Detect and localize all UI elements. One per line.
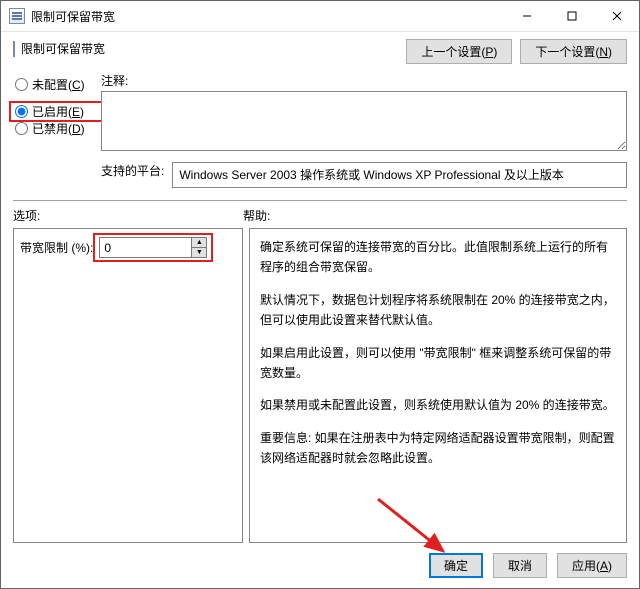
previous-setting-button[interactable]: 上一个设置(P) bbox=[406, 39, 512, 64]
maximize-button[interactable] bbox=[549, 1, 594, 31]
separator bbox=[13, 200, 627, 201]
radio-enabled-label: 已启用(E) bbox=[32, 103, 84, 120]
close-button[interactable] bbox=[594, 1, 639, 31]
right-column: 注释: 支持的平台: Windows Server 2003 操作系统或 Win… bbox=[101, 72, 627, 188]
client-area: 限制可保留带宽 上一个设置(P) 下一个设置(N) 未配置(C) 已启用(E) … bbox=[1, 32, 639, 588]
ok-button[interactable]: 确定 bbox=[429, 553, 483, 578]
footer-buttons: 确定 取消 应用(A) bbox=[13, 553, 627, 578]
options-pane: 带宽限制 (%): ▲ ▼ bbox=[13, 228, 243, 543]
next-setting-label: 下一个设置(N) bbox=[535, 43, 612, 60]
radio-not-configured-label: 未配置(C) bbox=[32, 76, 85, 93]
help-label: 帮助: bbox=[243, 207, 270, 224]
spinner-up-button[interactable]: ▲ bbox=[191, 238, 206, 248]
options-box-lower bbox=[13, 255, 243, 543]
radio-disabled[interactable]: 已禁用(D) bbox=[13, 120, 93, 137]
bandwidth-limit-spinner[interactable]: ▲ ▼ bbox=[99, 237, 207, 258]
bandwidth-limit-label: 带宽限制 (%): bbox=[20, 239, 93, 256]
radio-not-configured-input[interactable] bbox=[15, 78, 28, 91]
window-title: 限制可保留带宽 bbox=[31, 8, 504, 25]
policy-icon bbox=[13, 42, 15, 56]
help-p3: 如果启用此设置，则可以使用 "带宽限制" 框来调整系统可保留的带宽数量。 bbox=[260, 343, 616, 384]
window-icon bbox=[9, 8, 25, 24]
lower-panes: 带宽限制 (%): ▲ ▼ 确定系统可保留的连接带宽的百分比 bbox=[13, 228, 627, 543]
config-area: 未配置(C) 已启用(E) 已禁用(D) 注释: 支持的平台: Windows … bbox=[13, 72, 627, 188]
state-radio-group: 未配置(C) 已启用(E) 已禁用(D) bbox=[13, 72, 93, 188]
spinner-buttons: ▲ ▼ bbox=[191, 238, 206, 257]
platform-label: 支持的平台: bbox=[101, 162, 164, 179]
supported-platform-text: Windows Server 2003 操作系统或 Windows XP Pro… bbox=[179, 168, 564, 182]
help-p4: 如果禁用或未配置此设置，则系统使用默认值为 20% 的连接带宽。 bbox=[260, 395, 616, 415]
radio-disabled-input[interactable] bbox=[15, 122, 28, 135]
mid-labels: 选项: 帮助: bbox=[13, 207, 627, 224]
nav-row: 上一个设置(P) 下一个设置(N) bbox=[13, 39, 627, 64]
help-p1: 确定系统可保留的连接带宽的百分比。此值限制系统上运行的所有程序的组合带宽保留。 bbox=[260, 237, 616, 278]
options-box: 带宽限制 (%): ▲ ▼ bbox=[13, 228, 243, 256]
minimize-button[interactable] bbox=[504, 1, 549, 31]
titlebar: 限制可保留带宽 bbox=[1, 1, 639, 32]
supported-platform-box: Windows Server 2003 操作系统或 Windows XP Pro… bbox=[172, 162, 627, 188]
help-p2: 默认情况下，数据包计划程序将系统限制在 20% 的连接带宽之内，但可以使用此设置… bbox=[260, 290, 616, 331]
ok-button-label: 确定 bbox=[444, 557, 468, 574]
cancel-button-label: 取消 bbox=[508, 557, 532, 574]
next-setting-button[interactable]: 下一个设置(N) bbox=[520, 39, 627, 64]
help-pane: 确定系统可保留的连接带宽的百分比。此值限制系统上运行的所有程序的组合带宽保留。 … bbox=[249, 228, 627, 543]
radio-disabled-label: 已禁用(D) bbox=[32, 120, 85, 137]
window-controls bbox=[504, 1, 639, 31]
spinner-down-button[interactable]: ▼ bbox=[191, 248, 206, 257]
cancel-button[interactable]: 取消 bbox=[493, 553, 547, 578]
options-label: 选项: bbox=[13, 207, 243, 224]
previous-setting-label: 上一个设置(P) bbox=[421, 43, 497, 60]
dialog-window: 限制可保留带宽 限制可保留带宽 上一个设置(P) 下一个设置(N) 未配置(C) bbox=[0, 0, 640, 589]
radio-enabled[interactable]: 已启用(E) bbox=[9, 101, 103, 122]
apply-button[interactable]: 应用(A) bbox=[557, 553, 627, 578]
radio-not-configured[interactable]: 未配置(C) bbox=[13, 76, 93, 93]
radio-enabled-input[interactable] bbox=[15, 105, 28, 118]
comment-textarea[interactable] bbox=[101, 91, 627, 151]
platform-row: 支持的平台: Windows Server 2003 操作系统或 Windows… bbox=[101, 162, 627, 188]
apply-button-label: 应用(A) bbox=[572, 557, 612, 574]
comment-label: 注释: bbox=[101, 72, 627, 89]
help-p5: 重要信息: 如果在注册表中为特定网络适配器设置带宽限制，则配置该网络适配器时就会… bbox=[260, 428, 616, 469]
